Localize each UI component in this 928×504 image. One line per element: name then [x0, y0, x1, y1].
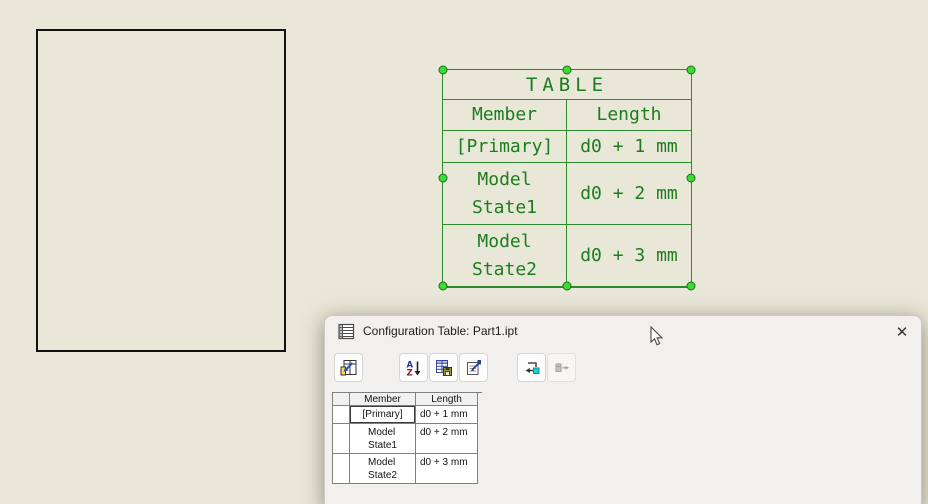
dialog-titlebar[interactable]: Configuration Table: Part1.ipt: [325, 316, 921, 346]
table-row[interactable]: [Primary] d0 + 1 mm: [333, 406, 482, 424]
dialog-cell-length-1[interactable]: d0 + 2 mm: [416, 424, 478, 454]
toolbar-group-columns: [517, 353, 576, 382]
selection-handle[interactable]: [438, 173, 448, 183]
configuration-table-dialog: Configuration Table: Part1.ipt ✕ A Z Mem…: [324, 315, 922, 504]
drawing-table-header-length: Length: [596, 104, 662, 126]
svg-text:Z: Z: [406, 368, 412, 377]
table-row: Model State2 d0 + 3 mm: [443, 225, 691, 287]
drawing-cell-member-0: [Primary]: [443, 131, 567, 162]
insert-column-icon: [525, 361, 539, 374]
dialog-cell-member-2[interactable]: Model State2: [350, 454, 416, 484]
sketch-rectangle[interactable]: [36, 29, 286, 352]
selection-handle[interactable]: [686, 173, 696, 183]
dialog-cell-member-0[interactable]: [Primary]: [350, 406, 416, 424]
export-column-button: [547, 353, 576, 382]
dialog-cell-member-1[interactable]: Model State1: [350, 424, 416, 454]
drawing-table-header-row: Member Length: [443, 100, 691, 131]
selection-handle[interactable]: [686, 281, 696, 291]
selection-handle[interactable]: [562, 281, 572, 291]
dialog-cell-length-0[interactable]: d0 + 1 mm: [416, 406, 478, 424]
table-row[interactable]: Model State1 d0 + 2 mm: [333, 424, 482, 454]
dialog-cell-length-2[interactable]: d0 + 3 mm: [416, 454, 478, 484]
row-selector[interactable]: [333, 454, 350, 484]
drawing-cell-length-1: d0 + 2 mm: [580, 182, 678, 204]
insert-member-column-button[interactable]: [517, 353, 546, 382]
save-table-button[interactable]: [429, 353, 458, 382]
drawing-table-title: TABLE: [443, 70, 691, 100]
dialog-table-header: Member Length: [333, 393, 482, 406]
dialog-header-member[interactable]: Member: [350, 393, 416, 406]
mouse-cursor-icon: [650, 326, 664, 346]
model-state-table-button[interactable]: [334, 353, 363, 382]
drawing-table[interactable]: TABLE Member Length [Primary] d0 + 1 mm …: [438, 65, 696, 291]
drawing-canvas[interactable]: TABLE Member Length [Primary] d0 + 1 mm …: [0, 0, 928, 504]
table-row: [Primary] d0 + 1 mm: [443, 131, 691, 163]
drawing-table-header-member: Member: [443, 100, 567, 130]
properties-icon: [466, 359, 481, 375]
table-row[interactable]: Model State2 d0 + 3 mm: [333, 454, 482, 484]
close-button[interactable]: ✕: [889, 320, 915, 344]
row-selector-header[interactable]: [333, 393, 350, 406]
drawing-cell-member-1: Model State1: [443, 163, 567, 224]
table-save-icon: [435, 359, 452, 376]
selection-handle[interactable]: [438, 281, 448, 291]
row-selector[interactable]: [333, 406, 350, 424]
dialog-header-length[interactable]: Length: [416, 393, 478, 406]
drawing-cell-length-2: d0 + 3 mm: [580, 244, 678, 266]
selection-handle[interactable]: [686, 65, 696, 75]
configuration-table-icon: [338, 323, 355, 339]
dialog-toolbar: A Z: [334, 353, 576, 382]
sort-az-icon: A Z: [406, 360, 420, 377]
selection-handle[interactable]: [562, 65, 572, 75]
drawing-cell-length-0: d0 + 1 mm: [580, 135, 678, 157]
table-row: Model State1 d0 + 2 mm: [443, 163, 691, 225]
row-selector[interactable]: [333, 424, 350, 454]
export-column-icon: [555, 363, 569, 372]
dialog-table[interactable]: Member Length [Primary] d0 + 1 mm Model …: [332, 392, 482, 484]
dialog-title: Configuration Table: Part1.ipt: [363, 324, 518, 338]
properties-button[interactable]: [459, 353, 488, 382]
selection-handle[interactable]: [438, 65, 448, 75]
drawing-cell-member-2: Model State2: [443, 225, 567, 286]
toolbar-group-table: A Z: [399, 353, 488, 382]
table-arrow-icon: [340, 359, 356, 375]
sort-button[interactable]: A Z: [399, 353, 428, 382]
